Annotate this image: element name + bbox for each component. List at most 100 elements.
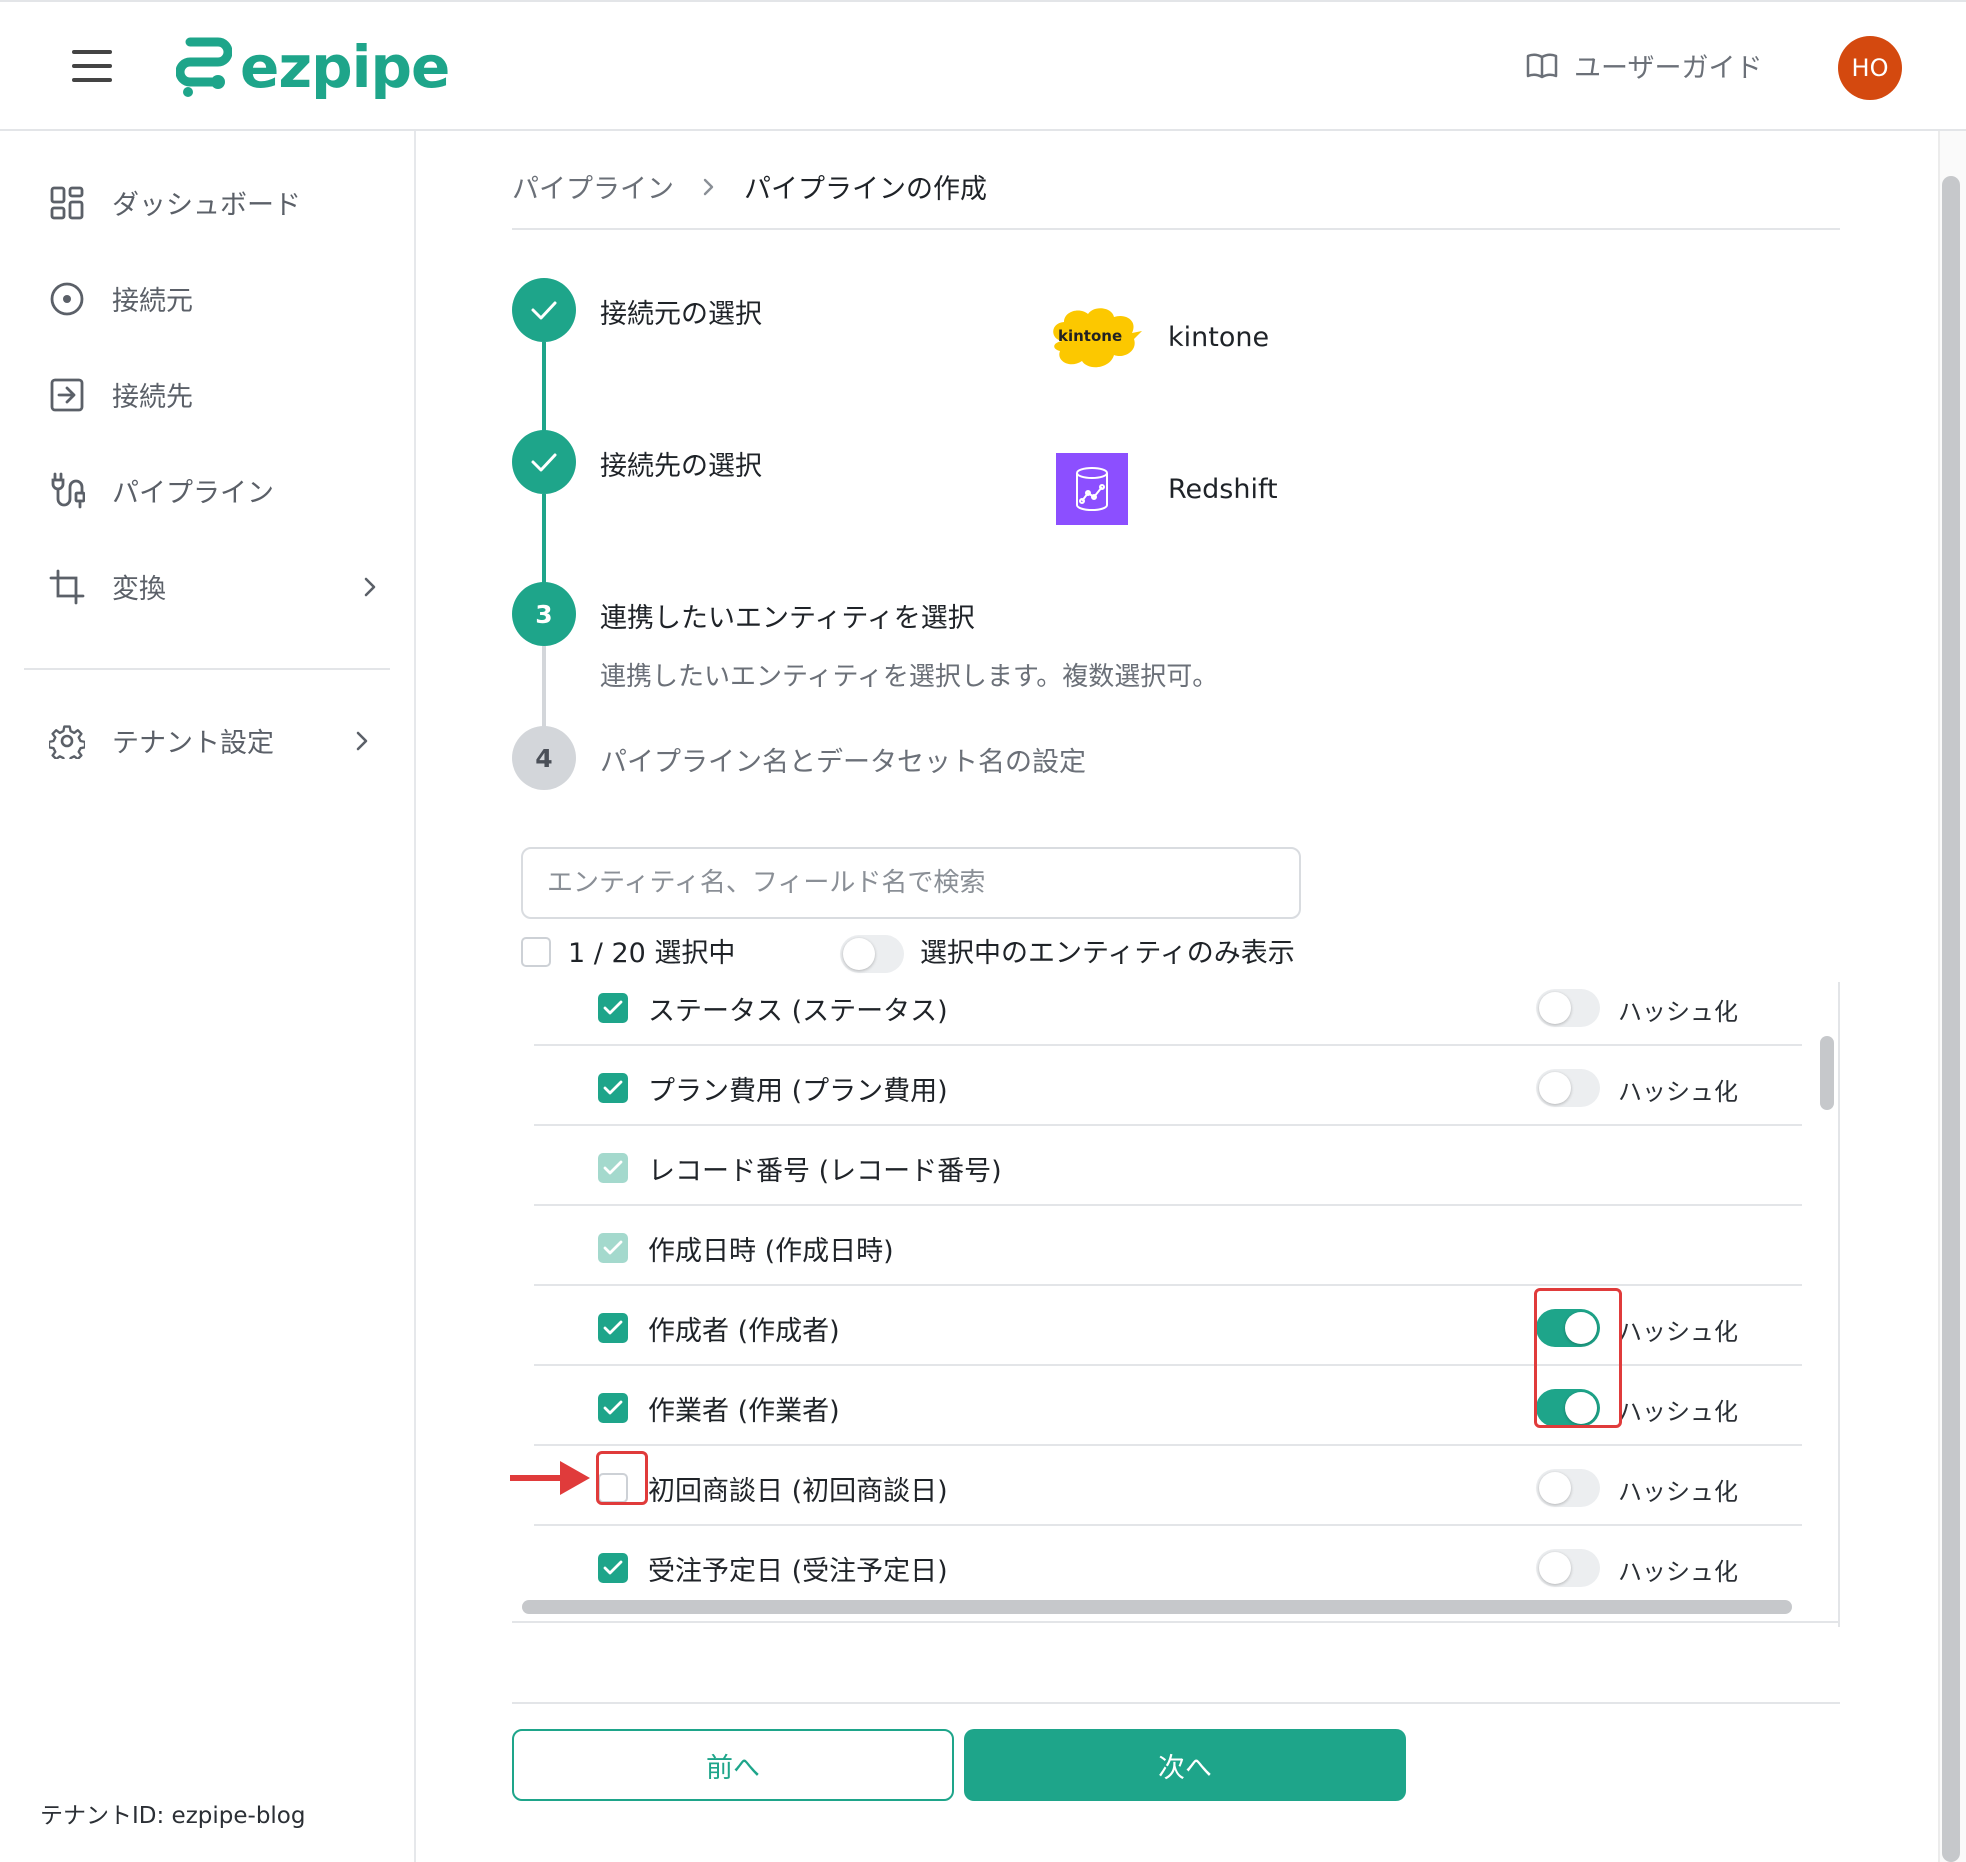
- field-row: レコード番号 (レコード番号): [534, 1126, 1802, 1206]
- user-guide-label: ユーザーガイド: [1574, 53, 1763, 84]
- hash-toggle[interactable]: [1536, 1549, 1600, 1587]
- chevron-right-icon: [364, 577, 376, 596]
- sidebar-item-dashboard[interactable]: ダッシュボード: [48, 183, 378, 222]
- hash-label: ハッシュ化: [1618, 998, 1738, 1026]
- check-icon: [603, 1320, 623, 1335]
- page-scrollbar-thumb[interactable]: [1942, 176, 1960, 1862]
- database-icon: [1076, 467, 1108, 512]
- show-selected-only-toggle[interactable]: [840, 935, 904, 973]
- check-icon: [603, 1240, 623, 1255]
- field-checkbox[interactable]: [598, 1393, 628, 1423]
- hash-label: ハッシュ化: [1618, 1078, 1738, 1106]
- step-3-active: 3: [512, 582, 576, 646]
- chevron-right-icon: [356, 731, 368, 750]
- field-row: プラン費用 (プラン費用) ハッシュ化: [534, 1046, 1802, 1126]
- dashboard-icon: [48, 184, 86, 222]
- ezpipe-logo[interactable]: ezpipe: [176, 32, 450, 102]
- field-label: 受注予定日 (受注予定日): [648, 1556, 948, 1587]
- breadcrumb-current: パイプラインの作成: [744, 174, 987, 205]
- sidebar-item-destination[interactable]: 接続先: [48, 375, 378, 414]
- step-2-title: 接続先の選択: [600, 451, 762, 482]
- breadcrumb-pipeline-link[interactable]: パイプライン: [512, 167, 674, 206]
- tenant-id: テナントID: ezpipe-blog: [40, 1803, 306, 1829]
- check-icon: [603, 1080, 623, 1095]
- source-icon: [48, 280, 86, 318]
- field-checkbox-disabled: [598, 1153, 628, 1183]
- hash-label: ハッシュ化: [1618, 1398, 1738, 1426]
- gear-icon: [48, 722, 86, 760]
- field-label: 作業者 (作業者): [648, 1396, 840, 1427]
- chevron-right-icon: [703, 178, 714, 195]
- menu-icon[interactable]: [72, 50, 112, 82]
- field-row: 受注予定日 (受注予定日) ハッシュ化: [534, 1526, 1802, 1606]
- check-icon: [531, 301, 557, 320]
- field-list-vertical-scrollbar[interactable]: [1820, 1036, 1834, 1110]
- sidebar-item-label: 変換: [112, 574, 166, 605]
- sidebar-item-label: 接続元: [112, 286, 193, 317]
- step-4-pending: 4: [512, 726, 576, 790]
- sidebar-item-transform[interactable]: 変換: [48, 567, 378, 606]
- field-label: プラン費用 (プラン費用): [648, 1076, 948, 1107]
- hash-toggle[interactable]: [1536, 1389, 1600, 1427]
- field-label: 作成日時 (作成日時): [648, 1236, 894, 1267]
- hash-label: ハッシュ化: [1618, 1478, 1738, 1506]
- sidebar-divider: [24, 668, 390, 670]
- hash-toggle[interactable]: [1536, 1069, 1600, 1107]
- logo-text: ezpipe: [240, 33, 450, 101]
- field-label: ステータス (ステータス): [648, 996, 948, 1027]
- sidebar-item-label: パイプライン: [112, 478, 274, 509]
- redshift-logo: [1056, 453, 1128, 525]
- sidebar-item-label: ダッシュボード: [112, 190, 301, 221]
- field-list-horizontal-scrollbar[interactable]: [522, 1600, 1792, 1614]
- destination-service-name: Redshift: [1168, 474, 1278, 505]
- field-label: レコード番号 (レコード番号): [648, 1156, 1002, 1187]
- ezpipe-logo-icon: [176, 37, 232, 97]
- pipeline-icon: [48, 472, 86, 510]
- field-checkbox[interactable]: [598, 1313, 628, 1343]
- check-icon: [531, 453, 557, 472]
- field-label: 作成者 (作成者): [648, 1316, 840, 1347]
- field-row: 作成日時 (作成日時): [534, 1206, 1802, 1286]
- hash-label: ハッシュ化: [1618, 1558, 1738, 1586]
- source-service-name: kintone: [1168, 322, 1270, 353]
- show-selected-only-label: 選択中のエンティティのみ表示: [920, 938, 1295, 969]
- field-checkbox[interactable]: [598, 1553, 628, 1583]
- prev-button[interactable]: 前へ: [512, 1729, 954, 1801]
- step-3-title: 連携したいエンティティを選択: [600, 603, 975, 634]
- red-arrow-icon: [510, 1461, 590, 1495]
- field-list: ステータス (ステータス) ハッシュ化 プラン費用 (プラン費用) ハッシュ化 …: [512, 982, 1840, 1627]
- entity-search-input[interactable]: [521, 847, 1301, 919]
- destination-icon: [48, 376, 86, 414]
- select-all-checkbox[interactable]: [521, 937, 551, 967]
- hash-toggle[interactable]: [1536, 1469, 1600, 1507]
- user-avatar[interactable]: HO: [1838, 36, 1902, 100]
- sidebar-item-tenant-settings[interactable]: テナント設定: [48, 721, 378, 760]
- field-list-bottom-border: [512, 1621, 1840, 1623]
- field-checkbox[interactable]: [598, 1073, 628, 1103]
- kintone-logo: kintone: [1048, 305, 1144, 375]
- field-checkbox[interactable]: [598, 1473, 628, 1503]
- field-row: 作業者 (作業者) ハッシュ化: [534, 1366, 1802, 1446]
- field-checkbox[interactable]: [598, 993, 628, 1023]
- sidebar-item-pipeline[interactable]: パイプライン: [48, 471, 378, 510]
- hash-toggle[interactable]: [1536, 1309, 1600, 1347]
- step-1-title: 接続元の選択: [600, 299, 762, 330]
- hash-toggle[interactable]: [1536, 989, 1600, 1027]
- step-1-done: [512, 278, 576, 342]
- check-icon: [603, 1000, 623, 1015]
- breadcrumb-divider: [512, 228, 1840, 230]
- breadcrumb: パイプライン パイプラインの作成: [512, 167, 987, 206]
- user-guide-link[interactable]: ユーザーガイド: [1526, 46, 1762, 85]
- field-row: 作成者 (作成者) ハッシュ化: [534, 1286, 1802, 1366]
- main-content: パイプライン パイプラインの作成 接続元の選択 kintone kintone …: [418, 131, 1938, 1862]
- book-icon: [1526, 52, 1558, 78]
- crop-icon: [48, 568, 86, 606]
- field-row: 初回商談日 (初回商談日) ハッシュ化: [534, 1446, 1802, 1526]
- field-label: 初回商談日 (初回商談日): [648, 1476, 948, 1507]
- next-button[interactable]: 次へ: [964, 1729, 1406, 1801]
- field-checkbox-disabled: [598, 1233, 628, 1263]
- step-4-title: パイプライン名とデータセット名の設定: [600, 747, 1086, 778]
- sidebar-item-source[interactable]: 接続元: [48, 279, 378, 318]
- check-icon: [603, 1560, 623, 1575]
- sidebar: ダッシュボード 接続元 接続先 パイプライン 変換 テナント設定 テナントID:…: [0, 131, 416, 1862]
